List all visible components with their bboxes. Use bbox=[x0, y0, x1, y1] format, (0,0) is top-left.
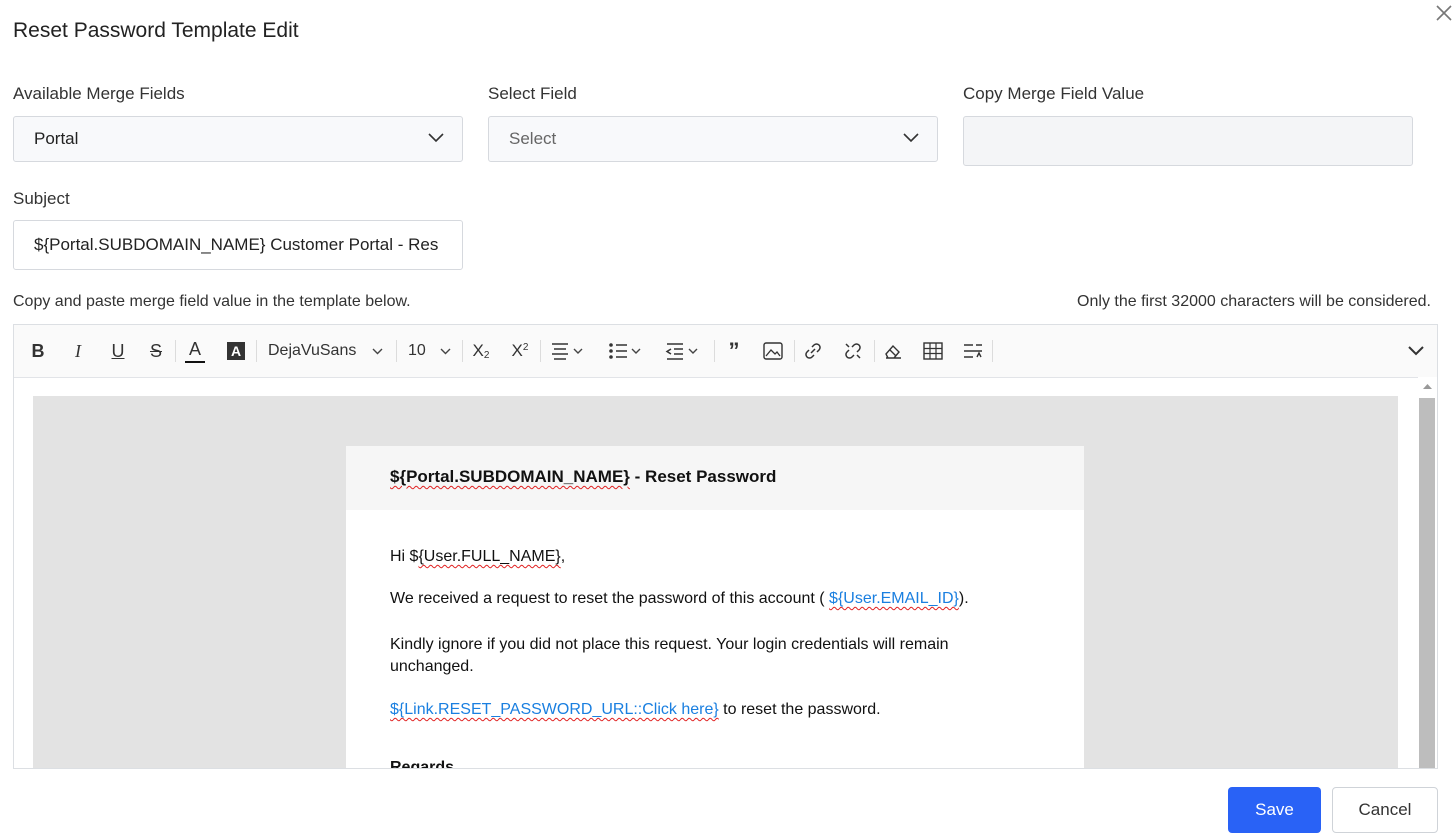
font-family-select[interactable]: DejaVuSans bbox=[268, 337, 388, 365]
email-reset-link-line: ${Link.RESET_PASSWORD_URL::Click here} t… bbox=[390, 701, 881, 719]
quote-icon[interactable]: ” bbox=[722, 337, 746, 365]
copy-merge-field-value-input[interactable] bbox=[963, 116, 1413, 166]
chevron-down-icon bbox=[903, 133, 919, 143]
greeting-var: {User.FULL_NAME} bbox=[418, 548, 561, 565]
line1-prefix: We received a request to reset the passw… bbox=[390, 590, 830, 607]
scroll-up-icon[interactable] bbox=[1422, 383, 1433, 390]
font-color-icon[interactable]: A bbox=[183, 337, 207, 365]
link-icon[interactable] bbox=[801, 337, 825, 365]
select-field-label: Select Field bbox=[488, 84, 577, 103]
rich-text-editor: B I U S A A DejaVuSans 10 X2 X2 ” ${Port… bbox=[13, 324, 1438, 769]
expand-toolbar-icon[interactable] bbox=[1404, 337, 1428, 365]
reset-link-suffix: to reset the password. bbox=[718, 701, 881, 718]
select-field-placeholder: Select bbox=[509, 129, 557, 148]
available-merge-fields-value: Portal bbox=[34, 129, 79, 148]
email-header-title: ${Portal.SUBDOMAIN_NAME} - Reset Passwor… bbox=[390, 467, 776, 487]
strikethrough-icon[interactable]: S bbox=[144, 337, 168, 365]
subject-value: ${Portal.SUBDOMAIN_NAME} Customer Portal… bbox=[34, 235, 439, 254]
greeting-suffix: , bbox=[560, 548, 566, 565]
subscript-icon[interactable]: X2 bbox=[469, 337, 493, 365]
greeting-prefix: Hi $ bbox=[390, 548, 419, 565]
list-icon[interactable] bbox=[608, 337, 648, 365]
line1-suffix: ). bbox=[958, 590, 969, 607]
save-button[interactable]: Save bbox=[1228, 787, 1321, 833]
chevron-down-icon bbox=[372, 348, 383, 354]
available-merge-fields-select[interactable]: Portal bbox=[13, 116, 463, 162]
reset-password-link[interactable]: ${Link.RESET_PASSWORD_URL::Click here} bbox=[390, 701, 719, 718]
select-field-select[interactable]: Select bbox=[488, 116, 938, 162]
editor-content-area[interactable]: ${Portal.SUBDOMAIN_NAME} - Reset Passwor… bbox=[33, 396, 1398, 769]
highlight-icon[interactable]: A bbox=[224, 337, 248, 365]
italic-icon[interactable]: I bbox=[66, 337, 90, 365]
email-header: ${Portal.SUBDOMAIN_NAME} - Reset Passwor… bbox=[346, 446, 1084, 510]
scrollbar-thumb[interactable] bbox=[1419, 398, 1435, 768]
font-size-value: 10 bbox=[408, 342, 426, 359]
subject-input[interactable]: ${Portal.SUBDOMAIN_NAME} Customer Portal… bbox=[13, 220, 463, 270]
cancel-button[interactable]: Cancel bbox=[1332, 787, 1438, 833]
email-id-var: ${User.EMAIL_ID} bbox=[829, 590, 959, 607]
close-icon[interactable] bbox=[1433, 2, 1455, 24]
align-icon[interactable] bbox=[550, 337, 590, 365]
email-greeting: Hi ${User.FULL_NAME}, bbox=[390, 548, 565, 566]
clear-format-icon[interactable] bbox=[881, 337, 905, 365]
indent-icon[interactable] bbox=[665, 337, 705, 365]
email-header-var: ${Portal.SUBDOMAIN_NAME} bbox=[390, 467, 630, 486]
chevron-down-icon bbox=[440, 348, 451, 354]
line-height-icon[interactable] bbox=[961, 337, 985, 365]
character-limit-hint: Only the first 32000 characters will be … bbox=[1077, 293, 1431, 310]
copy-paste-hint: Copy and paste merge field value in the … bbox=[13, 293, 411, 310]
email-template-card: ${Portal.SUBDOMAIN_NAME} - Reset Passwor… bbox=[346, 446, 1084, 769]
editor-toolbar: B I U S A A DejaVuSans 10 X2 X2 ” bbox=[14, 325, 1437, 378]
email-line-2: Kindly ignore if you did not place this … bbox=[390, 636, 949, 675]
email-line-1: We received a request to reset the passw… bbox=[390, 590, 969, 608]
dialog-title: Reset Password Template Edit bbox=[13, 19, 299, 42]
unlink-icon[interactable] bbox=[841, 337, 865, 365]
editor-scrollbar[interactable] bbox=[1418, 377, 1437, 768]
available-merge-fields-label: Available Merge Fields bbox=[13, 84, 185, 103]
table-icon[interactable] bbox=[921, 337, 945, 365]
chevron-down-icon bbox=[428, 133, 444, 143]
image-icon[interactable] bbox=[761, 337, 785, 365]
email-header-suffix: - Reset Password bbox=[629, 467, 777, 486]
font-family-value: DejaVuSans bbox=[268, 342, 357, 359]
subject-label: Subject bbox=[13, 189, 70, 208]
email-regards: Regards bbox=[390, 759, 455, 769]
font-size-select[interactable]: 10 bbox=[408, 337, 454, 365]
superscript-icon[interactable]: X2 bbox=[508, 337, 532, 365]
bold-icon[interactable]: B bbox=[26, 337, 50, 365]
underline-icon[interactable]: U bbox=[106, 337, 130, 365]
copy-merge-field-value-label: Copy Merge Field Value bbox=[963, 84, 1145, 103]
